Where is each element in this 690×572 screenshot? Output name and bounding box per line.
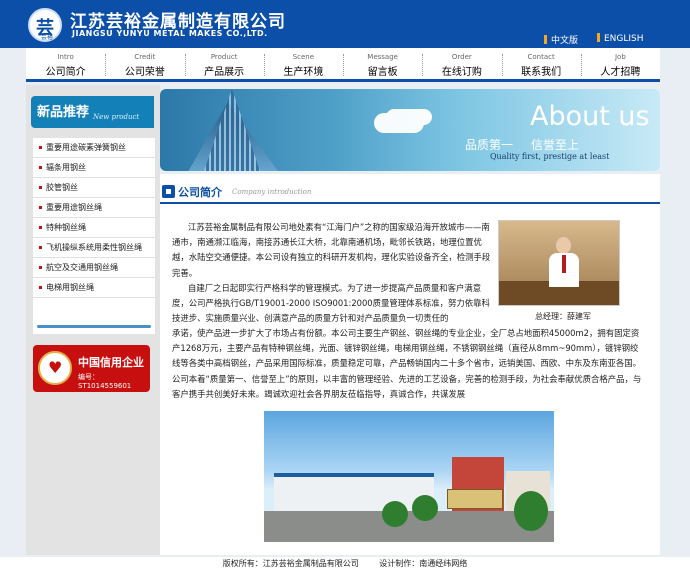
intro-paragraph-1: 江苏芸裕金属制品有限公司地处素有“江海门户”之称的国家级沿海开放城市——南通市，…: [172, 222, 491, 278]
tie: [562, 255, 566, 273]
scroll-indicator[interactable]: [37, 325, 151, 328]
nav-scene[interactable]: Scene 生产环境: [263, 48, 343, 79]
slogan-part-1: 品质第一: [465, 138, 514, 152]
factory-photo: [264, 411, 554, 542]
nav-en-label: Credit: [134, 53, 156, 61]
tree: [382, 501, 408, 527]
nav-contact[interactable]: Contact 联系我们: [501, 48, 581, 79]
bullet-icon: [544, 35, 547, 44]
copyright-text: 版权所有：江苏芸裕金属制品有限公司: [222, 559, 359, 568]
nav-cn-label: 公司荣誉: [124, 67, 165, 78]
banner-heading: About us: [530, 101, 650, 132]
product-item[interactable]: 重要用途碳素弹簧钢丝: [33, 138, 155, 158]
lang-english-label: ENGLISH: [604, 34, 644, 44]
nav-credit[interactable]: Credit 公司荣誉: [105, 48, 184, 79]
site-header: 芸 芸裕 江苏芸裕金属制造有限公司 JIANGSU YUNYU METAL MA…: [0, 0, 690, 48]
product-item[interactable]: 飞机操纵系统用柔性钢丝绳: [33, 238, 155, 258]
manager-figure: [549, 237, 579, 287]
product-list: 重要用途碳素弹簧钢丝 辐条用钢丝 胶管钢丝 重要用途钢丝绳 特种钢丝绳 飞机操纵…: [33, 138, 155, 334]
nav-en-label: Contact: [527, 53, 555, 61]
nav-en-label: Product: [210, 53, 238, 61]
nav-cn-label: 联系我们: [521, 67, 562, 78]
nav-cn-label: 在线订购: [441, 67, 482, 78]
lang-chinese-label: 中文版: [551, 36, 579, 46]
head: [556, 237, 571, 254]
nav-cn-label: 人才招聘: [600, 67, 641, 78]
section-title: 公司简介: [178, 186, 222, 199]
new-product-header: 新品推荐 New product: [31, 96, 154, 128]
main-nav: Intro 公司简介 Credit 公司荣誉 Product 产品展示 Scene 生产…: [26, 48, 660, 82]
main-content: 公司简介 Company introduction 江苏芸裕金属制品有限公司地处…: [160, 174, 660, 555]
nav-cn-label: 公司简介: [45, 67, 86, 78]
factory-building: [274, 473, 434, 513]
credit-number: 编号：ST1014559601: [78, 373, 132, 390]
factory-sign: [447, 489, 503, 509]
photo-caption: 总经理：薛建军: [535, 312, 591, 321]
design-credit: 设计制作：南通经纬网络: [379, 559, 468, 568]
banner-slogan: 品质第一 信誉至上: [465, 136, 579, 153]
section-icon: [162, 185, 175, 198]
nav-order[interactable]: Order 在线订购: [422, 48, 501, 79]
nav-cn-label: 生产环境: [283, 67, 324, 78]
logo-sub-text: 芸裕: [41, 34, 54, 41]
product-item[interactable]: 胶管钢丝: [33, 178, 155, 198]
intro-paragraph-3: 承诺，使产品进一步扩大了市场占有份额。本公司主要生产钢丝、钢丝绳的专业企业，全厂…: [172, 328, 642, 399]
nav-en-label: Scene: [292, 53, 315, 61]
ground: [264, 511, 554, 542]
about-banner: About us 品质第一 信誉至上 Quality first, prestig…: [160, 89, 660, 171]
credit-badge[interactable]: 中国信用企业 编号：ST1014559601: [33, 345, 150, 392]
company-logo[interactable]: 芸 芸裕: [28, 8, 62, 42]
cloud-image: [374, 113, 424, 133]
product-item[interactable]: 重要用途钢丝绳: [33, 198, 155, 218]
product-item[interactable]: 电梯用钢丝绳: [33, 278, 155, 298]
new-product-title-en: New product: [93, 113, 140, 121]
section-header: 公司简介 Company introduction: [160, 182, 660, 204]
nav-intro[interactable]: Intro 公司简介: [26, 48, 105, 79]
nav-message[interactable]: Message 留言板: [343, 48, 422, 79]
bullet-icon: [597, 33, 600, 42]
tree: [514, 491, 548, 531]
nav-en-label: Job: [614, 53, 626, 61]
nav-en-label: Intro: [57, 53, 74, 61]
slogan-part-2: 信誉至上: [531, 138, 580, 152]
nav-cn-label: 产品展示: [204, 67, 245, 78]
lang-chinese-link[interactable]: 中文版: [544, 33, 578, 46]
nav-en-label: Message: [367, 53, 398, 61]
manager-photo: [498, 220, 620, 306]
site-footer: 版权所有：江苏芸裕金属制品有限公司 设计制作：南通经纬网络: [0, 557, 690, 572]
company-name-en: JIANGSU YUNYU METAL MAKES CO.,LTD.: [72, 29, 268, 38]
lang-english-link[interactable]: ENGLISH: [597, 33, 644, 44]
nav-en-label: Order: [451, 53, 472, 61]
nav-cn-label: 留言板: [367, 67, 398, 78]
section-title-en: Company introduction: [232, 188, 312, 196]
product-item[interactable]: 特种钢丝绳: [33, 218, 155, 238]
tree: [412, 495, 438, 521]
product-item[interactable]: 航空及交通用钢丝绳: [33, 258, 155, 278]
credit-seal-icon: [38, 351, 72, 385]
product-item[interactable]: 辐条用钢丝: [33, 158, 155, 178]
credit-title: 中国信用企业: [78, 356, 144, 369]
banner-slogan-en: Quality first, prestige at least: [490, 152, 610, 161]
nav-job[interactable]: Job 人才招聘: [580, 48, 660, 79]
new-product-title: 新品推荐: [37, 105, 90, 120]
nav-product[interactable]: Product 产品展示: [184, 48, 264, 79]
intro-paragraph-2: 自建厂之日起即实行严格科学的管理模式。为了进一步提高产品质量和客户满意度，公司严…: [172, 283, 490, 324]
